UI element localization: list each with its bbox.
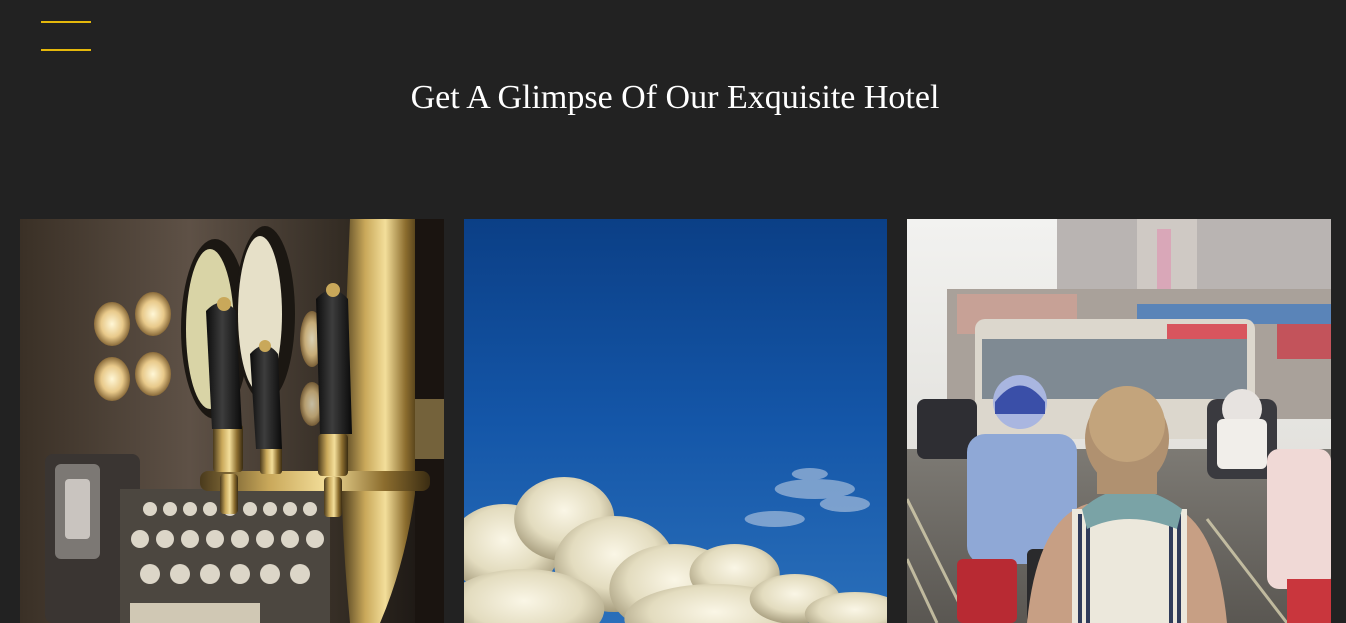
menu-bar-bottom <box>41 49 91 51</box>
section-title: Get A Glimpse Of Our Exquisite Hotel <box>410 79 940 116</box>
sky-image <box>464 219 887 623</box>
street-image <box>907 219 1331 623</box>
gallery-photo-street[interactable] <box>907 219 1331 623</box>
photo-gallery <box>20 219 1331 623</box>
hamburger-menu-icon[interactable] <box>41 21 91 53</box>
bar-taps-image <box>20 219 444 623</box>
menu-bar-top <box>41 21 91 23</box>
gallery-photo-sky[interactable] <box>464 219 887 623</box>
gallery-photo-bar-taps[interactable] <box>20 219 444 623</box>
